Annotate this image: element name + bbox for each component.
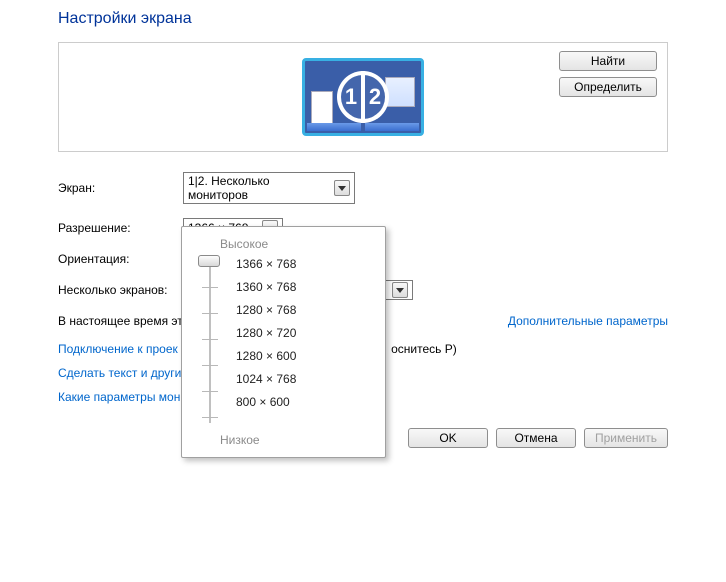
multiple-label: Несколько экранов: — [58, 283, 183, 297]
slider-thumb[interactable] — [198, 255, 220, 267]
resolution-option[interactable]: 1280 × 720 — [236, 326, 296, 340]
status-text: В настоящее время это — [58, 314, 189, 328]
slider-low-label: Низкое — [220, 433, 373, 447]
resolution-option[interactable]: 1366 × 768 — [236, 257, 296, 271]
resolution-option[interactable]: 1024 × 768 — [236, 372, 296, 386]
resolution-option[interactable]: 800 × 600 — [236, 395, 296, 409]
advanced-link[interactable]: Дополнительные параметры — [508, 314, 668, 328]
orientation-label: Ориентация: — [58, 252, 183, 266]
dropdown-arrow-icon — [392, 282, 408, 298]
cancel-button[interactable]: Отмена — [496, 428, 576, 448]
screen-dropdown[interactable]: 1|2. Несколько мониторов — [183, 172, 355, 204]
resolution-option[interactable]: 1280 × 768 — [236, 303, 296, 317]
screen-label: Экран: — [58, 181, 183, 195]
resolution-option[interactable]: 1280 × 600 — [236, 349, 296, 363]
slider-high-label: Высокое — [220, 237, 373, 251]
ok-button[interactable]: OK — [408, 428, 488, 448]
monitor-number-2: 2 — [363, 71, 389, 123]
find-button[interactable]: Найти — [559, 51, 657, 71]
dropdown-arrow-icon — [334, 180, 350, 196]
projector-link-tail: оснитесь P) — [391, 342, 457, 356]
resolution-slider[interactable] — [200, 257, 222, 427]
page-title: Настройки экрана — [58, 10, 668, 28]
screen-dropdown-value: 1|2. Несколько мониторов — [188, 174, 330, 202]
apply-button: Применить — [584, 428, 668, 448]
projector-link[interactable]: Подключение к проек — [58, 342, 178, 356]
resolution-label: Разрешение: — [58, 221, 183, 235]
monitor-number-1: 1 — [337, 71, 363, 123]
monitor-preview[interactable]: 1 2 Найти Определить — [58, 42, 668, 152]
detect-button[interactable]: Определить — [559, 77, 657, 97]
resolution-slider-popup[interactable]: Высокое 1366 × 768 1360 × 768 1280 × 768 12… — [181, 226, 386, 458]
resolution-option[interactable]: 1360 × 768 — [236, 280, 296, 294]
